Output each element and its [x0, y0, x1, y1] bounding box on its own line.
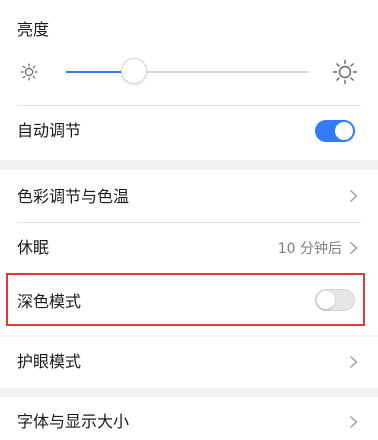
auto-adjust-label: 自动调节 — [17, 121, 82, 140]
eye-comfort-row[interactable]: 护眼模式 — [0, 337, 378, 388]
font-display-label: 字体与显示大小 — [17, 412, 130, 431]
brightness-card: 亮度 自动调节 — [0, 0, 378, 160]
toggle-knob — [335, 122, 353, 140]
auto-adjust-toggle[interactable] — [315, 120, 355, 142]
dark-mode-highlight-box — [6, 273, 365, 326]
chevron-right-icon — [350, 189, 358, 203]
color-temp-label: 色彩调节与色温 — [17, 187, 130, 206]
font-display-card: 字体与显示大小 — [0, 397, 378, 440]
chevron-right-icon — [350, 415, 358, 429]
sleep-value: 10 分钟后 — [277, 241, 342, 257]
sleep-row[interactable]: 休眠 10 分钟后 — [0, 223, 378, 273]
brightness-slider-thumb[interactable] — [121, 58, 148, 84]
sun-small-icon — [20, 63, 38, 81]
divider — [17, 105, 361, 106]
chevron-right-icon — [350, 355, 358, 369]
sleep-label: 休眠 — [17, 238, 50, 257]
eye-comfort-label: 护眼模式 — [17, 352, 82, 371]
sun-large-icon — [332, 59, 358, 85]
brightness-title: 亮度 — [17, 20, 50, 39]
font-display-row[interactable]: 字体与显示大小 — [0, 397, 378, 440]
color-temp-row[interactable]: 色彩调节与色温 — [0, 170, 378, 222]
eye-comfort-card: 护眼模式 — [0, 337, 378, 388]
chevron-right-icon — [350, 241, 358, 255]
